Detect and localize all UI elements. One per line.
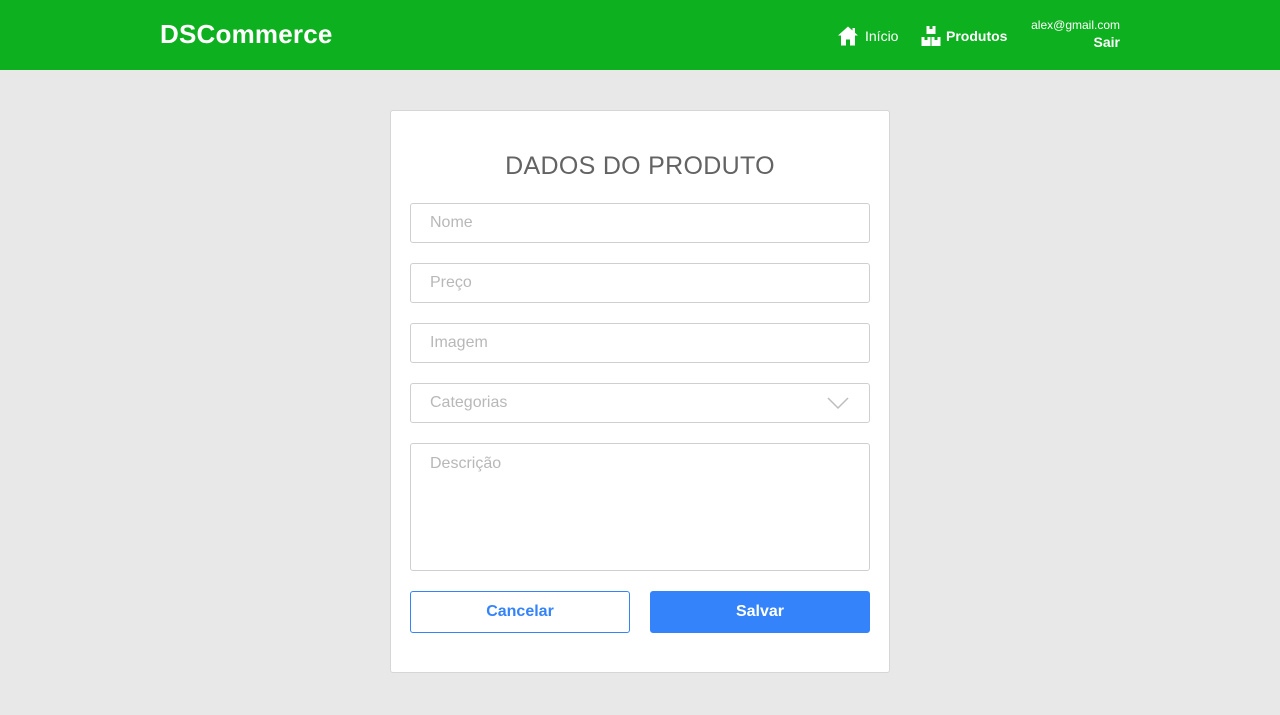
- logout-link[interactable]: Sair: [1031, 33, 1120, 51]
- boxes-icon: [921, 25, 941, 47]
- categories-select[interactable]: Categorias: [410, 383, 870, 423]
- form-title: DADOS DO PRODUTO: [505, 152, 775, 180]
- name-input[interactable]: [410, 203, 870, 243]
- categories-select-value: Categorias: [430, 394, 508, 411]
- home-icon: [837, 25, 859, 47]
- description-textarea[interactable]: [410, 443, 870, 571]
- brand-logo[interactable]: DSCommerce: [160, 19, 333, 50]
- chevron-down-icon: [827, 397, 849, 410]
- nav-link-products[interactable]: Produtos: [921, 24, 1007, 48]
- nav-products-label: Produtos: [946, 28, 1008, 44]
- user-menu: alex@gmail.com Sair: [1031, 17, 1120, 51]
- nav-home-label: Início: [865, 28, 899, 44]
- save-button[interactable]: Salvar: [650, 591, 870, 633]
- image-input[interactable]: [410, 323, 870, 363]
- user-email: alex@gmail.com: [1031, 18, 1120, 32]
- nav-link-home[interactable]: Início: [837, 24, 898, 48]
- cancel-button[interactable]: Cancelar: [410, 591, 630, 633]
- top-navbar: DSCommerce Início Produtos alex@gmail.co…: [0, 0, 1280, 70]
- price-input[interactable]: [410, 263, 870, 303]
- product-form-card: DADOS DO PRODUTO Categorias Cancelar Sal…: [390, 110, 890, 673]
